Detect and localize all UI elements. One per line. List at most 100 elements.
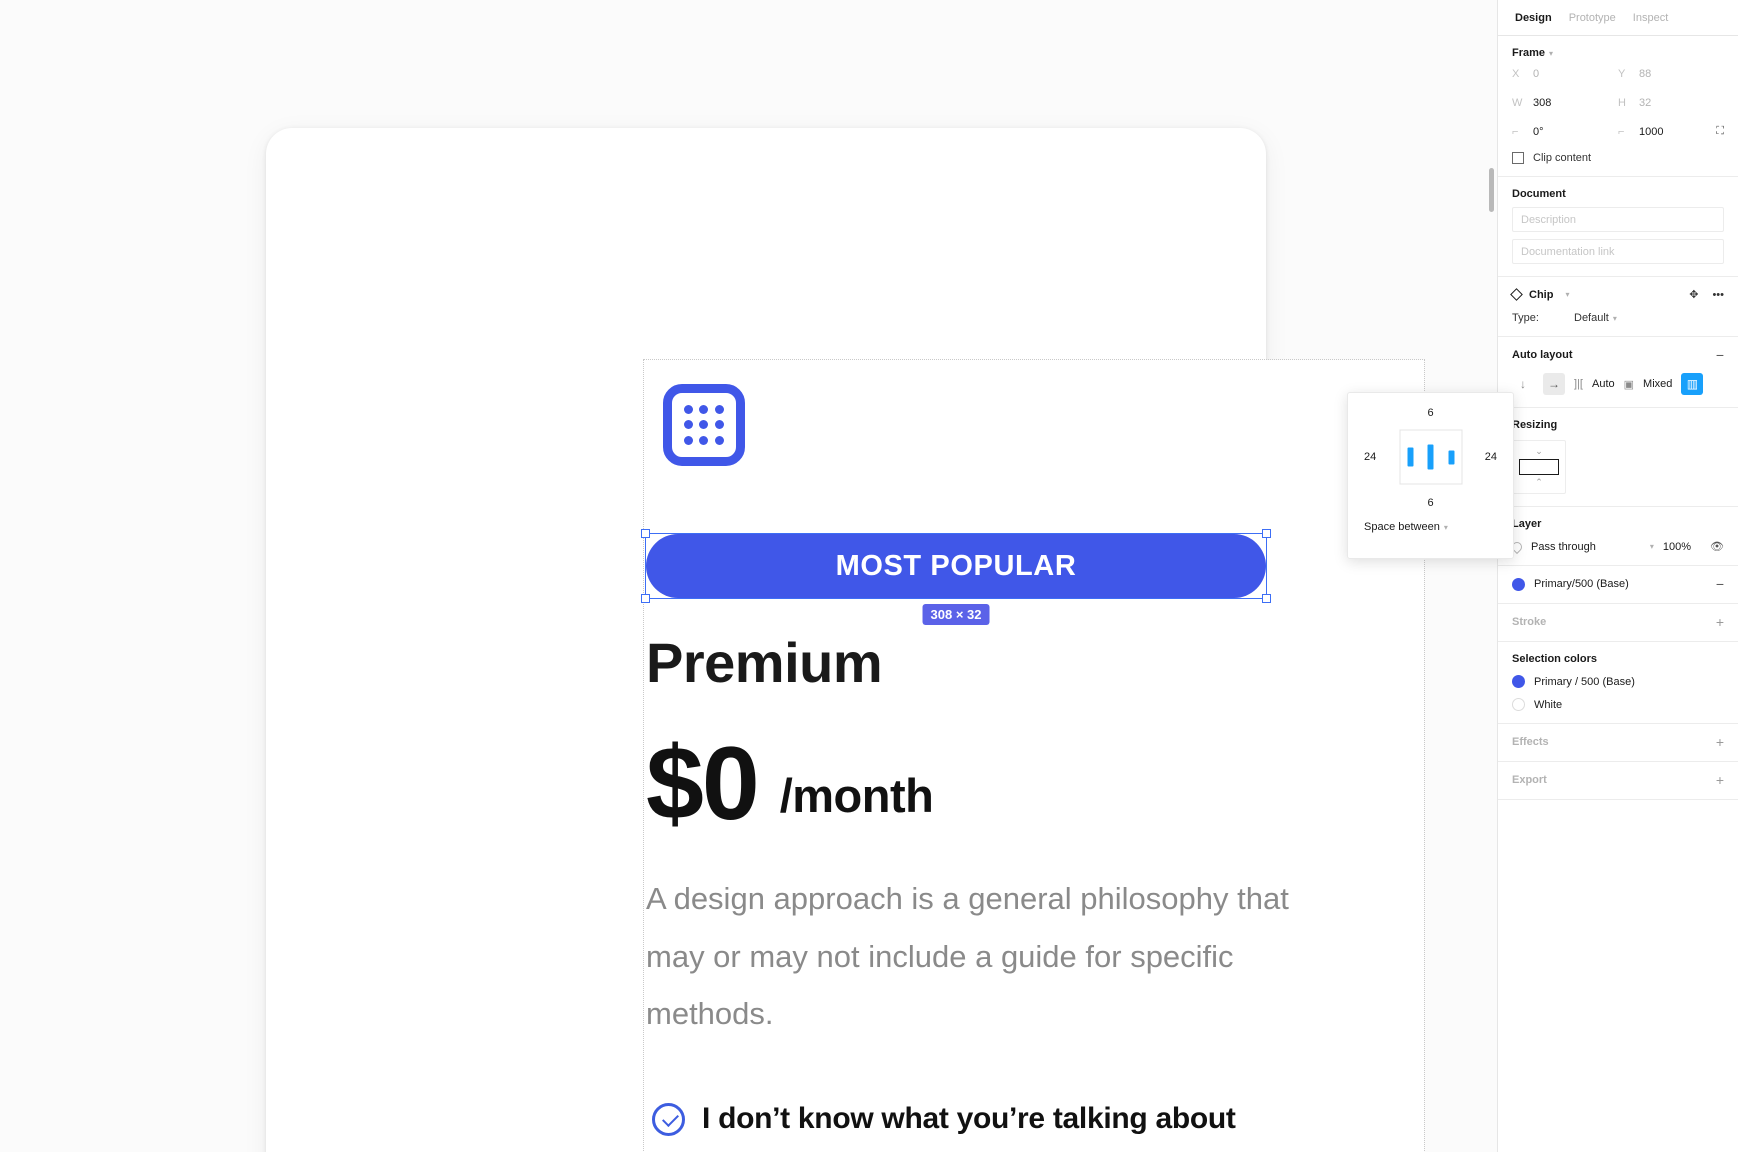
spacing-icon: ]|[ [1574,378,1583,390]
corner-radius-field[interactable]: ⌐ 1000 ⛶ [1618,117,1724,146]
chevron-down-icon[interactable]: ▾ [1444,523,1448,532]
pricing-card-frame[interactable]: MOST POPULAR 308 × 32 Premium $0 /month … [641,359,1425,1152]
selection-colors-title: Selection colors [1512,653,1597,665]
panel-tabs: Design Prototype Inspect [1498,0,1738,36]
tab-prototype[interactable]: Prototype [1569,12,1616,24]
chevron-down-icon[interactable]: ▾ [1549,49,1553,58]
padding-left-value[interactable]: 24 [1364,451,1376,463]
direction-vertical-button[interactable]: ↓ [1512,373,1534,395]
alignment-distribute-button[interactable]: ▥ [1681,373,1704,395]
add-effect-button[interactable]: + [1716,735,1724,749]
stroke-title: Stroke [1512,616,1547,628]
chevron-down-icon[interactable]: ▾ [1565,290,1569,299]
blend-mode-value[interactable]: Pass through [1531,541,1637,553]
type-label: Type: [1512,312,1539,324]
documentation-placeholder: Documentation link [1521,245,1615,258]
fill-color-swatch[interactable] [1512,577,1525,591]
resizing-preview [1519,459,1559,475]
chevron-down-icon[interactable]: ▾ [1613,314,1617,323]
remove-auto-layout-button[interactable]: − [1716,348,1724,362]
clip-content-checkbox[interactable] [1512,152,1524,164]
width-field[interactable]: W 308 [1512,88,1618,117]
remove-fill-button[interactable]: − [1716,577,1724,591]
stroke-header: Stroke + [1512,615,1724,629]
padding-grid: 6 24 24 6 [1348,393,1513,521]
padding-popover[interactable]: 6 24 24 6 Space between ▾ [1347,392,1514,559]
resize-handle-top-right[interactable] [1262,529,1271,538]
chevron-down-icon[interactable]: ⌄ [1535,446,1543,457]
document-title: Document [1512,188,1566,200]
documentation-link-input[interactable]: Documentation link [1512,239,1724,264]
gap-value[interactable]: Auto [1592,378,1615,390]
frame-wh-row: W 308 H 32 [1512,88,1724,117]
more-options-icon[interactable]: ••• [1712,289,1724,301]
clip-content-row[interactable]: Clip content [1512,152,1724,164]
resizing-section: Resizing ⌄ ⌃ [1498,408,1738,507]
rotation-value: 0° [1533,125,1544,138]
price-row: $0 /month [646,732,934,836]
type-value[interactable]: Default [1574,312,1609,324]
y-value: 88 [1639,67,1652,80]
h-value: 32 [1639,96,1652,109]
resizing-stepper[interactable]: ⌄ ⌃ [1512,440,1566,494]
tab-design[interactable]: Design [1515,12,1552,24]
effects-section: Effects + [1498,724,1738,762]
effects-header: Effects + [1512,735,1724,749]
frame-header[interactable]: Frame ▾ [1512,47,1724,59]
padding-top-value[interactable]: 6 [1427,407,1433,419]
add-stroke-button[interactable]: + [1716,615,1724,629]
independent-corners-icon[interactable]: ⛶ [1716,125,1724,138]
frame-section: Frame ▾ X 0 Y 88 W 308 H 32 ⌐ 0° ⌐ 1000 … [1498,36,1738,177]
selection-color-swatch-white[interactable] [1512,698,1525,711]
right-properties-panel: Design Prototype Inspect Frame ▾ X 0 Y 88 [1347,0,1738,1152]
resize-handle-bottom-left[interactable] [641,594,650,603]
y-label: Y [1618,67,1626,80]
alignment-dropdown[interactable]: Space between ▾ [1348,521,1513,533]
tab-inspect[interactable]: Inspect [1633,12,1668,24]
device-frame[interactable]: MOST POPULAR 308 × 32 Premium $0 /month … [266,128,1425,1152]
padding-preview-box [1399,429,1462,485]
opacity-value[interactable]: 100% [1663,541,1691,553]
swap-instance-icon[interactable]: ✥ [1689,288,1698,301]
resize-handle-top-left[interactable] [641,529,650,538]
rotation-icon: ⌐ [1512,125,1519,138]
chevron-down-icon[interactable]: ▾ [1650,542,1654,551]
alignment-value: Space between [1364,521,1440,533]
auto-layout-header: Auto layout − [1512,348,1724,362]
rotation-field[interactable]: ⌐ 0° [1512,117,1618,146]
visibility-eye-icon[interactable]: 👁 [1710,540,1724,553]
feature-list-item: I don’t know what you’re talking about [652,1102,1236,1136]
selection-color-name-primary: Primary / 500 (Base) [1534,675,1635,688]
component-name: Chip [1529,288,1554,301]
resizing-title: Resizing [1512,419,1558,431]
w-label: W [1512,96,1523,109]
padding-icon: ▣ [1623,378,1635,391]
direction-horizontal-button[interactable]: → [1543,373,1565,395]
design-canvas[interactable]: MOST POPULAR 308 × 32 Premium $0 /month … [0,0,1497,1152]
auto-layout-section: Auto layout − ↓ → ]|[ Auto ▣ Mixed ▥ 6 2… [1347,337,1738,559]
resize-handle-bottom-right[interactable] [1262,594,1271,603]
canvas-scrollbar[interactable] [1489,168,1494,212]
add-export-button[interactable]: + [1716,773,1724,787]
component-header: Chip ▾ ✥ ••• [1510,288,1724,301]
padding-right-value[interactable]: 24 [1485,451,1497,463]
corner-radius-value: 1000 [1639,125,1664,138]
padding-value[interactable]: Mixed [1643,378,1672,390]
chevron-up-icon[interactable]: ⌃ [1535,477,1543,488]
fill-section: Primary/500 (Base) − [1498,566,1738,604]
description-input[interactable]: Description [1512,207,1724,232]
frame-xy-row: X 0 Y 88 [1512,59,1724,88]
height-field[interactable]: H 32 [1618,88,1724,117]
padding-bottom-value[interactable]: 6 [1427,497,1433,509]
x-label: X [1512,67,1520,80]
selection-color-swatch-primary[interactable] [1512,675,1525,688]
chip-selection-wrapper[interactable]: MOST POPULAR 308 × 32 [641,529,1271,625]
app-root: MOST POPULAR 308 × 32 Premium $0 /month … [0,0,1738,1152]
y-field[interactable]: Y 88 [1618,59,1724,88]
selection-color-name-white: White [1534,698,1563,711]
corner-radius-icon: ⌐ [1618,125,1625,138]
x-field[interactable]: X 0 [1512,59,1618,88]
layer-title: Layer [1512,518,1542,530]
auto-layout-title: Auto layout [1512,349,1573,361]
selection-bounding-box [641,529,1271,603]
